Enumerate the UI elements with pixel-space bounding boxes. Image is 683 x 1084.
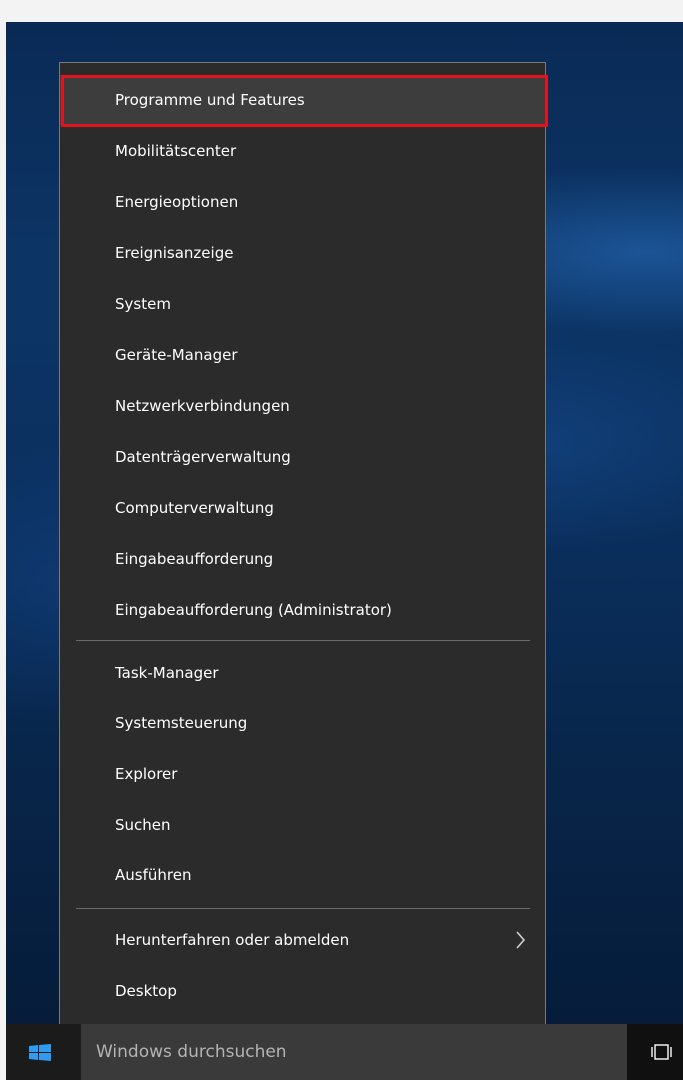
chevron-right-icon — [516, 931, 526, 949]
menu-item-label: Explorer — [115, 765, 178, 783]
menu-item-explorer[interactable]: Explorer — [60, 749, 545, 799]
menu-item-label: Geräte-Manager — [115, 346, 238, 364]
menu-item-computerverwaltung[interactable]: Computerverwaltung — [60, 483, 545, 533]
menu-item-suchen[interactable]: Suchen — [60, 800, 545, 850]
menu-item-desktop[interactable]: Desktop — [60, 966, 545, 1016]
menu-item-label: Programme und Features — [115, 91, 305, 109]
menu-item-datentraegerverwaltung[interactable]: Datenträgerverwaltung — [60, 432, 545, 482]
menu-item-label: Task-Manager — [115, 664, 219, 682]
menu-item-label: Energieoptionen — [115, 193, 239, 211]
menu-item-label: Netzwerkverbindungen — [115, 397, 290, 415]
menu-item-label: Datenträgerverwaltung — [115, 448, 291, 466]
menu-separator — [76, 640, 530, 641]
menu-item-label: Suchen — [115, 816, 171, 834]
menu-item-label: System — [115, 295, 171, 313]
menu-item-herunterfahren[interactable]: Herunterfahren oder abmelden — [60, 915, 545, 965]
menu-item-netzwerkverbindungen[interactable]: Netzwerkverbindungen — [60, 381, 545, 431]
search-placeholder: Windows durchsuchen — [96, 1042, 287, 1062]
menu-item-label: Eingabeaufforderung (Administrator) — [115, 601, 392, 619]
menu-item-label: Desktop — [115, 982, 177, 1000]
task-view-icon — [651, 1044, 672, 1060]
menu-item-label: Ausführen — [115, 866, 192, 884]
menu-item-label: Eingabeaufforderung — [115, 550, 274, 568]
menu-item-label: Herunterfahren oder abmelden — [115, 931, 350, 949]
menu-item-label: Computerverwaltung — [115, 499, 274, 517]
menu-item-ausfuehren[interactable]: Ausführen — [60, 850, 545, 900]
taskbar: Windows durchsuchen — [6, 1024, 683, 1080]
search-input[interactable]: Windows durchsuchen — [81, 1024, 627, 1080]
menu-item-systemsteuerung[interactable]: Systemsteuerung — [60, 698, 545, 748]
menu-item-task-manager[interactable]: Task-Manager — [60, 648, 545, 698]
menu-item-programme-und-features[interactable]: Programme und Features — [60, 75, 545, 125]
screenshot-border-top — [0, 0, 683, 22]
menu-item-system[interactable]: System — [60, 279, 545, 329]
power-user-menu: Programme und Features Mobilitätscenter … — [59, 62, 548, 1028]
menu-item-energieoptionen[interactable]: Energieoptionen — [60, 177, 545, 227]
windows-logo-icon — [29, 1044, 51, 1061]
menu-item-ereignisanzeige[interactable]: Ereignisanzeige — [60, 228, 545, 278]
menu-item-geraete-manager[interactable]: Geräte-Manager — [60, 330, 545, 380]
menu-item-eingabeaufforderung-admin[interactable]: Eingabeaufforderung (Administrator) — [60, 585, 545, 635]
menu-separator — [76, 908, 530, 909]
menu-item-label: Ereignisanzeige — [115, 244, 234, 262]
menu-item-mobilitaetscenter[interactable]: Mobilitätscenter — [60, 126, 545, 176]
start-button[interactable] — [6, 1024, 81, 1080]
task-view-button[interactable] — [638, 1024, 683, 1080]
menu-item-label: Mobilitätscenter — [115, 142, 237, 160]
menu-item-label: Systemsteuerung — [115, 714, 248, 732]
menu-item-eingabeaufforderung[interactable]: Eingabeaufforderung — [60, 534, 545, 584]
